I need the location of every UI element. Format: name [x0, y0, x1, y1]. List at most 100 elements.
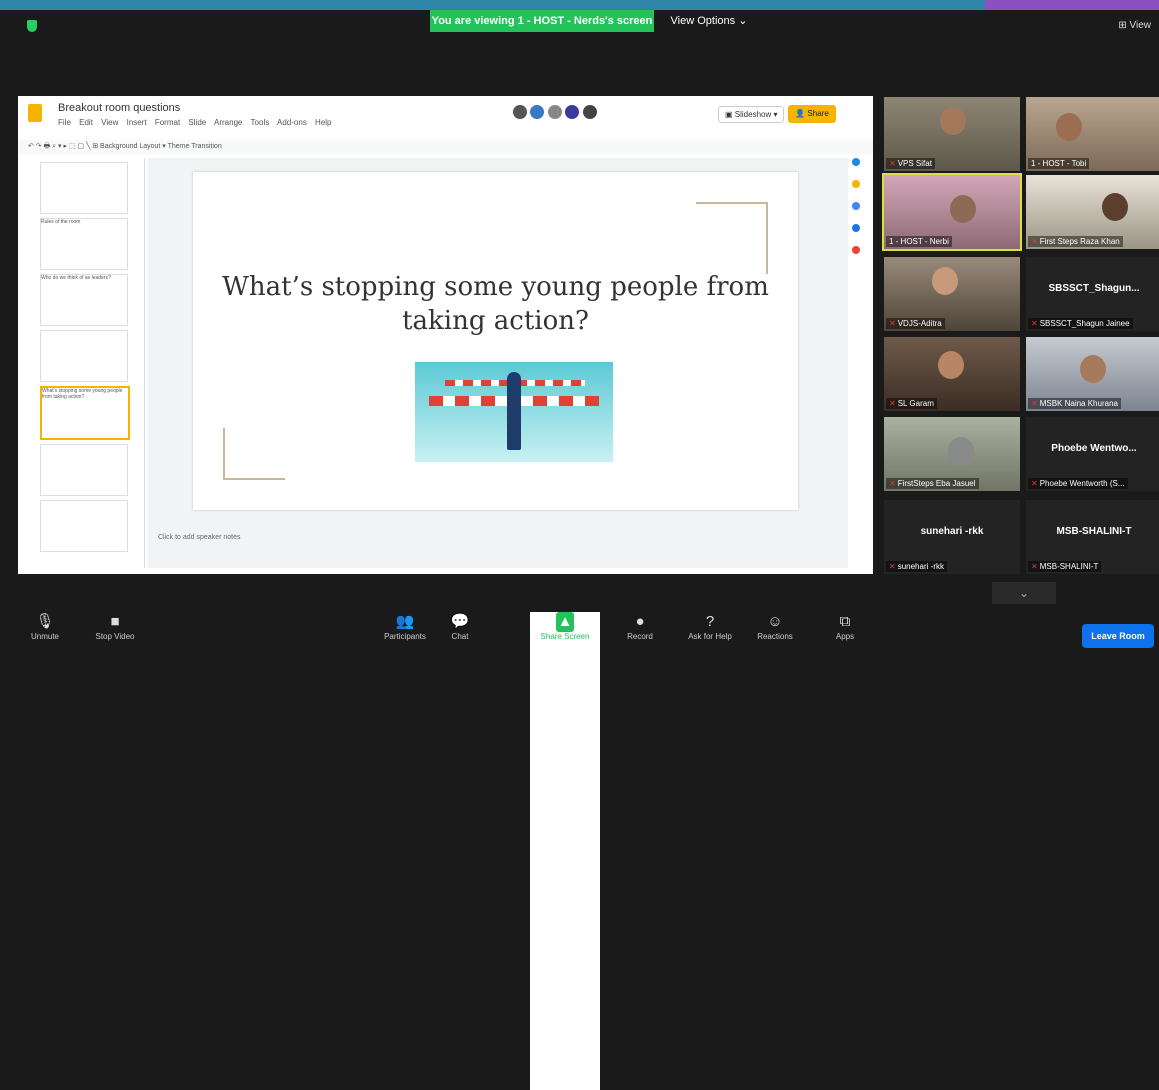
muted-mic-icon: ✕ — [889, 399, 896, 408]
apps-button[interactable]: ⧉ Apps — [810, 612, 880, 641]
maps-icon — [852, 246, 860, 254]
participant-name: ✕ FirstSteps Eba Jasuel — [886, 478, 979, 489]
muted-mic-icon: ✕ — [1031, 319, 1038, 328]
participant-video — [950, 195, 976, 223]
slide-thumbnail: 1 — [40, 162, 128, 214]
reactions-icon: ☺ — [767, 613, 783, 630]
participant-tile[interactable]: ✕ FirstSteps Eba Jasuel — [884, 417, 1020, 491]
help-icon: ? — [705, 613, 715, 630]
menu-insert: Insert — [126, 118, 147, 127]
participant-name: ✕ SBSSCT_Shagun Jainee — [1028, 318, 1133, 329]
slide-thumbnail: 6 — [40, 444, 128, 496]
participant-video — [948, 437, 974, 465]
barrier-illustration — [415, 362, 613, 462]
participant-tile[interactable]: ✕ First Steps Raza Khan — [1026, 175, 1159, 249]
avatar — [512, 104, 528, 120]
contacts-icon — [852, 224, 860, 232]
participant-name: 1 - HOST - Nerbi — [886, 236, 952, 247]
view-layout-button[interactable]: ⊞ View — [1118, 20, 1151, 31]
participant-display-name: MSB-SHALINI-T — [1056, 526, 1132, 537]
chat-button[interactable]: 💬 Chat — [425, 612, 495, 641]
participant-tile[interactable]: ✕ VPS Sifat — [884, 97, 1020, 171]
avatar — [581, 104, 598, 120]
unmute-button[interactable]: 🎙 Unmute — [10, 612, 80, 641]
participant-tile[interactable]: ✕ MSBK Naina Khurana — [1026, 337, 1159, 411]
video-camera-icon: ■ — [110, 613, 120, 630]
viewing-banner: You are viewing 1 - HOST - Nerds's scree… — [430, 10, 654, 32]
speaker-notes: Click to add speaker notes — [158, 534, 241, 541]
participant-name: ✕ MSB-SHALINI-T — [1028, 561, 1102, 572]
menu-edit: Edit — [79, 118, 93, 127]
record-icon: ● — [635, 613, 645, 630]
slide-thumbnail: 2Rules of the room — [40, 218, 128, 270]
participant-tile[interactable]: 1 - HOST - Tobi — [1026, 97, 1159, 171]
participant-video — [1102, 193, 1128, 221]
slide-thumbnail: 7 — [40, 500, 128, 552]
participant-display-name: SBSSCT_Shagun... — [1048, 283, 1140, 294]
muted-mic-icon: ✕ — [1031, 399, 1038, 408]
slide-title: What’s stopping some young people from t… — [222, 272, 769, 336]
muted-mic-icon: ✕ — [889, 159, 896, 168]
record-button[interactable]: ● Record — [605, 612, 675, 641]
participant-video — [1056, 113, 1082, 141]
ask-for-help-button[interactable]: ? Ask for Help — [675, 612, 745, 641]
share-screen-button[interactable]: ▲ Share Screen — [530, 612, 600, 1090]
avatar — [546, 104, 563, 120]
muted-mic-icon: ✕ — [1031, 479, 1038, 488]
avatar — [529, 104, 546, 120]
doc-header: Breakout room questions File Edit View I… — [18, 96, 873, 141]
participant-tile-active-speaker[interactable]: 1 - HOST - Nerbi — [882, 173, 1022, 251]
participant-name: ✕ MSBK Naina Khurana — [1028, 398, 1121, 409]
participant-name: ✕ SL Garam — [886, 398, 937, 409]
participant-tile[interactable]: SBSSCT_Shagun... ✕ SBSSCT_Shagun Jainee — [1026, 257, 1159, 331]
participant-name: ✕ VPS Sifat — [886, 158, 935, 169]
participant-tile[interactable]: sunehari -rkk ✕ sunehari -rkk — [884, 500, 1020, 574]
muted-mic-icon: ✕ — [1031, 562, 1038, 571]
current-slide: What’s stopping some young people from t… — [193, 172, 798, 510]
microphone-muted-icon: 🎙 — [35, 613, 55, 630]
shared-screen: Breakout room questions File Edit View I… — [18, 96, 873, 574]
share-screen-icon: ▲ — [556, 612, 574, 632]
menu-file: File — [58, 118, 71, 127]
collaborator-avatars — [512, 104, 598, 125]
leave-room-button[interactable]: Leave Room — [1082, 624, 1154, 648]
participant-name: ✕ sunehari -rkk — [886, 561, 947, 572]
muted-mic-icon: ✕ — [1031, 237, 1038, 246]
participant-video — [1080, 355, 1106, 383]
view-options-button[interactable]: View Options ⌄ — [664, 10, 754, 32]
menu-help: Help — [315, 118, 332, 127]
participant-display-name: sunehari -rkk — [920, 526, 984, 537]
menu-slide: Slide — [188, 118, 207, 127]
slide-thumbnail: 3Who do we think of as leaders? — [40, 274, 128, 326]
top-color-strip — [0, 0, 985, 10]
participant-tile[interactable]: ✕ SL Garam — [884, 337, 1020, 411]
apps-icon: ⧉ — [839, 613, 851, 630]
participant-video — [940, 107, 966, 135]
participant-name: 1 - HOST - Tobi — [1028, 158, 1090, 169]
reactions-button[interactable]: ☺ Reactions — [740, 612, 810, 641]
participant-name: ✕ First Steps Raza Khan — [1028, 236, 1123, 247]
side-panel-icons — [846, 144, 866, 268]
slides-logo-icon — [28, 104, 42, 122]
stop-video-button[interactable]: ■ Stop Video — [80, 612, 150, 641]
doc-toolbar: ↶ ↷ 🖶 ⌕ ▾ ▸ ⬚ ▢ ╲ ⊞ Background Layout ▾ … — [18, 140, 873, 154]
menu-tools: Tools — [250, 118, 270, 127]
participant-tile[interactable]: Phoebe Wentwo... ✕ Phoebe Wentworth (S... — [1026, 417, 1159, 491]
participant-name: ✕ Phoebe Wentworth (S... — [1028, 478, 1128, 489]
participant-tile[interactable]: MSB-SHALINI-T ✕ MSB-SHALINI-T — [1026, 500, 1159, 574]
menu-arrange: Arrange — [214, 118, 243, 127]
gallery-scroll-down-button[interactable]: ⌄ — [992, 582, 1056, 604]
participant-name: ✕ VDJS-Aditra — [886, 318, 945, 329]
slide-decoration — [223, 428, 285, 480]
participant-tile[interactable]: ✕ VDJS-Aditra — [884, 257, 1020, 331]
menu-view: View — [101, 118, 119, 127]
doc-menu: File Edit View Insert Format Slide Arran… — [58, 118, 338, 127]
slideshow-button: ▣ Slideshow ▾ — [718, 106, 785, 123]
menu-format: Format — [154, 118, 181, 127]
participant-display-name: Phoebe Wentwo... — [1051, 443, 1137, 454]
muted-mic-icon: ✕ — [889, 479, 896, 488]
slide-thumbnail: 4 — [40, 330, 128, 382]
muted-mic-icon: ✕ — [889, 562, 896, 571]
security-shield-icon[interactable] — [27, 20, 37, 32]
calendar-icon — [852, 158, 860, 166]
